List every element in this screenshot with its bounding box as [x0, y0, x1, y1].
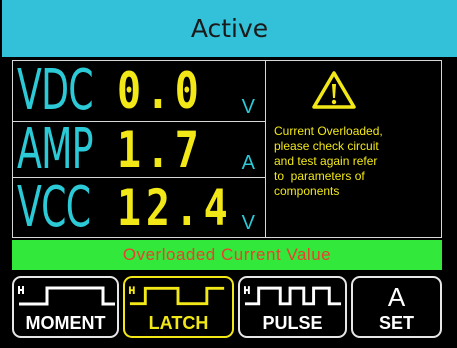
pulse-wave-icon [243, 286, 342, 306]
readout-value: 0.0 [117, 62, 204, 120]
set-button[interactable]: A SET [351, 276, 442, 338]
readout-label: AMP [17, 116, 94, 182]
warning-line: components [274, 184, 340, 198]
readout-vcc: VCC 12.4 V [12, 177, 266, 238]
latch-button[interactable]: LATCH [123, 276, 234, 338]
warning-line: please check circuit [274, 139, 379, 153]
set-button-top-label: A [387, 282, 406, 312]
readout-unit: V [241, 96, 255, 118]
warning-panel: Current Overloaded, please check circuit… [265, 60, 442, 238]
readout-amp: AMP 1.7 A [12, 121, 266, 178]
moment-wave-icon [18, 286, 115, 306]
warning-line: to parameters of [274, 169, 365, 183]
readout-unit: A [241, 152, 255, 174]
header-bar: Active [2, 0, 457, 57]
readout-label: VCC [17, 174, 91, 240]
latch-wave-icon [128, 286, 225, 306]
readout-unit: V [241, 212, 255, 234]
moment-button[interactable]: MOMENT [12, 276, 119, 338]
warning-line: and test again refer [274, 154, 378, 168]
warning-message: Current Overloaded, please check circuit… [274, 124, 442, 199]
readout-label: VDC [17, 58, 94, 123]
button-label: LATCH [148, 313, 209, 333]
readout-value: 1.7 [117, 120, 204, 179]
readout-value: 12.4 [117, 178, 233, 237]
warning-line: Current Overloaded, [274, 124, 383, 138]
button-label: PULSE [262, 313, 323, 333]
warning-icon [312, 71, 356, 109]
readout-vdc: VDC 0.0 V [12, 60, 266, 122]
status-text: Overloaded Current Value [122, 245, 332, 264]
button-label: SET [378, 313, 414, 333]
header-title: Active [190, 14, 269, 43]
pulse-button[interactable]: PULSE [238, 276, 347, 338]
status-bar: Overloaded Current Value [12, 240, 442, 270]
button-label: MOMENT [25, 313, 106, 333]
